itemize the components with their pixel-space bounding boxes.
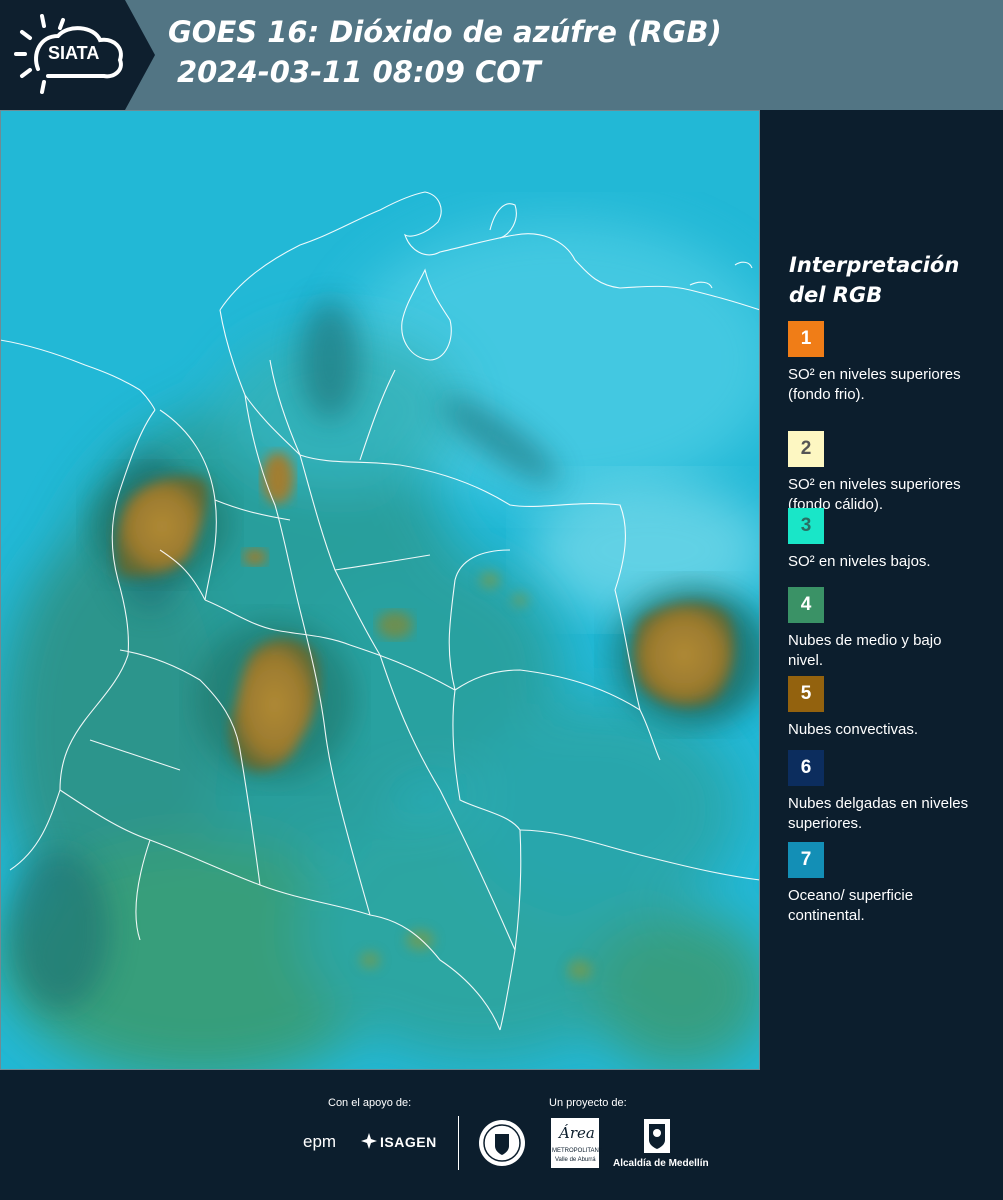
legend-item: 1 SO² en niveles superiores (fondo frio). (788, 321, 988, 405)
legend-swatch: 4 (788, 587, 824, 623)
legend-item: 4 Nubes de medio y bajo nivel. (788, 587, 988, 671)
epm-logo: epm (303, 1132, 337, 1151)
legend-item: 7 Oceano/ superficie continental. (788, 842, 988, 926)
isagen-logo: ISAGEN (380, 1134, 437, 1150)
legend-item: 2 SO² en niveles superiores (fondo cálido… (788, 431, 988, 515)
legend-label: Nubes convectivas. (788, 721, 919, 738)
legend-swatch: 7 (788, 842, 824, 878)
medellin-seal-icon (479, 1120, 525, 1166)
footer: Con el apoyo de: Un proyecto de: epm ISA… (0, 1070, 1003, 1200)
siata-logo: SIATA (0, 0, 125, 110)
legend-swatch: 6 (788, 750, 824, 786)
legend-panel: Interpretación del RGB 1 SO² en niveles s… (760, 110, 1003, 1070)
legend-label: SO² en niveles superiores (fondo frio). (788, 366, 961, 403)
logo-text: SIATA (48, 43, 100, 63)
logo-arrow (125, 0, 155, 110)
page-timestamp: 2024-03-11 08:09 COT (177, 55, 541, 89)
map-image (0, 110, 760, 1070)
legend-title: Interpretación del RGB (789, 253, 960, 307)
legend-label: SO² en niveles bajos. (788, 553, 931, 570)
alcaldia-shield-icon (644, 1119, 670, 1153)
legend-label: Nubes de medio y bajo nivel. (788, 632, 942, 669)
legend-swatch: 1 (788, 321, 824, 357)
legend-item: 5 Nubes convectivas. (788, 676, 988, 740)
page-title: GOES 16: Dióxido de azúfre (RGB) (168, 15, 722, 49)
footer-separator (458, 1116, 459, 1170)
header-bar: SIATA GOES 16: Dióxido de azúfre (RGB) 2… (0, 0, 1003, 110)
satellite-map (0, 110, 760, 1070)
alcaldia-text: Alcaldía de Medellín (613, 1158, 709, 1169)
legend-swatch: 3 (788, 508, 824, 544)
legend-swatch: 5 (788, 676, 824, 712)
project-caption: Un proyecto de: (549, 1097, 627, 1109)
area-metropolitana-logo: Área METROPOLITANA Valle de Aburrá (551, 1118, 603, 1168)
legend-swatch: 2 (788, 431, 824, 467)
support-caption: Con el apoyo de: (328, 1097, 412, 1109)
legend-item: 6 Nubes delgadas en niveles superiores. (788, 750, 988, 834)
legend-item: 3 SO² en niveles bajos. (788, 508, 988, 572)
legend-label: Oceano/ superficie continental. (788, 887, 914, 924)
legend-label: Nubes delgadas en niveles superiores. (788, 795, 969, 832)
isagen-star-icon (361, 1133, 377, 1149)
